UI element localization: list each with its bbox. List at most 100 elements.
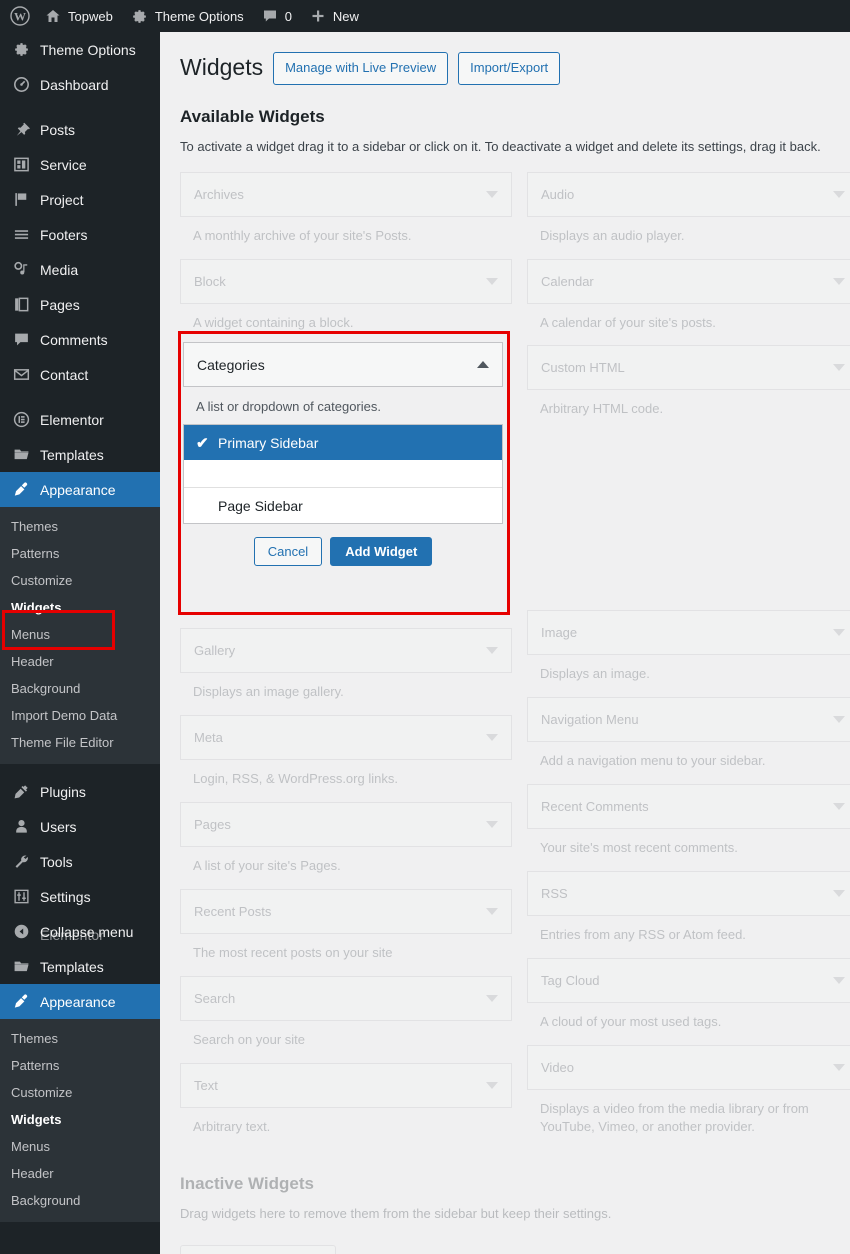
sidebar-item-dashboard[interactable]: Dashboard — [0, 67, 160, 102]
sidebar-item-templates[interactable]: Templates — [0, 437, 160, 472]
chevron-down-icon — [833, 277, 845, 285]
sidebar-item-tools[interactable]: Tools — [0, 844, 160, 879]
submenu-item-theme-file-editor[interactable]: Theme File Editor — [0, 729, 160, 756]
submenu-item-header[interactable]: Header — [0, 648, 160, 675]
submenu-item-menus[interactable]: Menus — [0, 621, 160, 648]
widget-card-tag-cloud[interactable]: Tag Cloud — [527, 957, 850, 1003]
sidebar-item-settings[interactable]: Settings — [0, 879, 160, 914]
submenu2-item-menus[interactable]: Menus — [0, 1133, 160, 1160]
widget-card-audio[interactable]: Audio — [527, 171, 850, 217]
chevron-down-icon — [486, 994, 498, 1002]
submenu-item-background[interactable]: Background — [0, 675, 160, 702]
sidebar-item-plugins[interactable]: Plugins — [0, 774, 160, 809]
submenu2-item-patterns[interactable]: Patterns — [0, 1052, 160, 1079]
widget-card-pages[interactable]: Pages — [180, 802, 512, 848]
widget-card-text[interactable]: Text — [180, 1062, 512, 1108]
widget-title: Gallery — [194, 643, 236, 659]
chevron-down-icon — [486, 821, 498, 829]
sidebar-item-project[interactable]: Project — [0, 182, 160, 217]
sidebar-target-list: ✔ Primary Sidebar Page Sidebar — [183, 424, 503, 524]
inactive-widgets-description: Drag widgets here to remove them from th… — [180, 1206, 612, 1222]
sidebar-item-pages[interactable]: Pages — [0, 287, 160, 322]
widget-card-search[interactable]: Search — [180, 975, 512, 1021]
submenu-item-themes[interactable]: Themes — [0, 513, 160, 540]
widget-description: Arbitrary text. — [193, 1118, 271, 1134]
chevron-down-icon — [486, 277, 498, 285]
widget-card-video[interactable]: Video — [527, 1044, 850, 1090]
sidebar-item-contact[interactable]: Contact — [0, 357, 160, 392]
manage-with-live-preview-button[interactable]: Manage with Live Preview — [273, 52, 449, 85]
cancel-button[interactable]: Cancel — [253, 537, 323, 566]
sidebar-item-footers[interactable]: Footers — [0, 217, 160, 252]
widget-title: RSS — [541, 885, 568, 901]
widget-card-archives[interactable]: Archives — [180, 171, 512, 217]
widget-description: A widget containing a block. — [193, 314, 354, 330]
sidebar-item-service[interactable]: Service — [0, 147, 160, 182]
sidebar-item-posts[interactable]: Posts — [0, 112, 160, 147]
sidebar-separator — [0, 764, 160, 774]
chevron-down-icon — [486, 647, 498, 655]
sidebar-item-label: Settings — [40, 888, 91, 905]
submenu-label: Background — [11, 1193, 81, 1208]
adminbar-site-name[interactable]: Topweb — [36, 0, 122, 32]
brush-icon — [11, 992, 31, 1012]
available-widgets-heading: Available Widgets — [180, 106, 325, 126]
widget-card-recent-comments[interactable]: Recent Comments — [527, 784, 850, 830]
widget-description: A cloud of your most used tags. — [540, 1013, 722, 1029]
chevron-up-icon[interactable] — [477, 361, 489, 368]
widget-card-calendar[interactable]: Calendar — [527, 258, 850, 304]
submenu2-item-widgets[interactable]: Widgets — [0, 1106, 160, 1133]
widget-description: Displays a video from the media library … — [540, 1100, 809, 1135]
submenu2-item-background[interactable]: Background — [0, 1187, 160, 1214]
widget-card-navigation-menu[interactable]: Navigation Menu — [527, 697, 850, 743]
clear-inactive-widgets-button[interactable]: Clear Inactive Widgets — [180, 1245, 337, 1254]
widget-card-block[interactable]: Block — [180, 258, 512, 304]
widget-card-rss[interactable]: RSS — [527, 870, 850, 916]
submenu-item-import-demo-data[interactable]: Import Demo Data — [0, 702, 160, 729]
submenu-item-customize[interactable]: Customize — [0, 567, 160, 594]
widget-card-custom-html[interactable]: Custom HTML — [527, 345, 850, 391]
adminbar-comments[interactable]: 0 — [253, 0, 301, 32]
widget-card-recent-posts[interactable]: Recent Posts — [180, 889, 512, 935]
submenu-item-widgets[interactable]: Widgets — [0, 594, 160, 621]
sidebar-item-comments[interactable]: Comments — [0, 322, 160, 357]
widget-card-gallery[interactable]: Gallery — [180, 628, 512, 674]
submenu2-item-themes[interactable]: Themes — [0, 1025, 160, 1052]
media-icon — [11, 260, 31, 280]
widget-description: Login, RSS, & WordPress.org links. — [193, 771, 398, 787]
submenu2-item-customize[interactable]: Customize — [0, 1079, 160, 1106]
categories-widget-header[interactable]: Categories — [183, 342, 503, 387]
sidebar-item-appearance-2[interactable]: Appearance — [0, 984, 160, 1019]
import-export-button[interactable]: Import/Export — [458, 52, 561, 85]
sidebar-option-blank[interactable] — [184, 460, 502, 488]
submenu-label: Patterns — [11, 1058, 60, 1073]
widget-title: Calendar — [541, 273, 594, 289]
chevron-down-icon — [486, 908, 498, 916]
adminbar-new-content[interactable]: New — [301, 0, 368, 32]
widget-title: Pages — [194, 817, 231, 833]
sidebar-item-appearance[interactable]: Appearance — [0, 472, 160, 507]
sidebar-item-users[interactable]: Users — [0, 809, 160, 844]
sidebar-option-page-sidebar[interactable]: Page Sidebar — [184, 488, 502, 523]
right-column-spacer — [527, 432, 850, 610]
widget-card-image[interactable]: Image — [527, 610, 850, 656]
widget-card-meta[interactable]: Meta — [180, 715, 512, 761]
chevron-down-icon — [833, 976, 845, 984]
sidebar-item-theme-options[interactable]: Theme Options — [0, 32, 160, 67]
sidebar-item-media[interactable]: Media — [0, 252, 160, 287]
sidebar-item-templates-2[interactable]: Templates — [0, 949, 160, 984]
add-widget-button[interactable]: Add Widget — [330, 537, 433, 566]
adminbar-theme-options[interactable]: Theme Options — [122, 0, 253, 32]
sidebar-item-elementor[interactable]: Elementor — [0, 402, 160, 437]
appearance-submenu: Themes Patterns Customize Widgets Menus … — [0, 507, 160, 764]
widget-title: Archives — [194, 186, 244, 202]
categories-widget-actions: Cancel Add Widget — [183, 524, 503, 566]
sidebar-option-primary-sidebar[interactable]: ✔ Primary Sidebar — [184, 425, 502, 460]
submenu-item-patterns[interactable]: Patterns — [0, 540, 160, 567]
sidebar-item-label: Service — [40, 156, 87, 173]
sidebar-option-label: Page Sidebar — [218, 497, 303, 514]
adminbar-wordpress-logo[interactable]: W — [0, 0, 36, 32]
comment-icon — [262, 8, 278, 24]
widget-title: Custom HTML — [541, 360, 625, 376]
submenu2-item-header[interactable]: Header — [0, 1160, 160, 1187]
